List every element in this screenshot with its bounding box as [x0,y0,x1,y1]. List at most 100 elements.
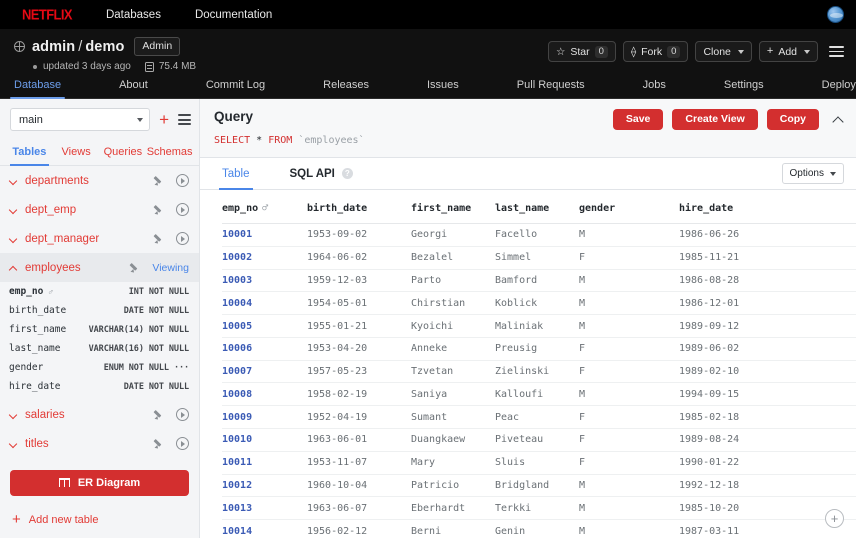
table-row[interactable]: 10009 1952-04-19 Sumant Peac F 1985-02-1… [222,406,856,429]
tab-jobs[interactable]: Jobs [643,79,666,98]
options-button[interactable]: Options [782,163,844,184]
cell-emp-no[interactable]: 10001 [222,224,307,247]
table-row[interactable]: 10014 1956-02-12 Berni Genin M 1987-03-1… [222,520,856,538]
help-circle-icon[interactable]: ? [342,168,353,179]
cell-emp-no[interactable]: 10002 [222,246,307,269]
cell-emp-no[interactable]: 10008 [222,383,307,406]
column-header-first-name[interactable]: first_name [411,190,495,224]
list-menu-icon[interactable] [178,112,191,127]
chevron-down-icon[interactable] [9,439,18,448]
cell-emp-no[interactable]: 10006 [222,337,307,360]
chevron-down-icon[interactable] [9,234,18,243]
plus-circle-icon[interactable]: + [825,509,844,528]
list-item-employees[interactable]: employees Viewing [0,253,199,282]
sql-editor[interactable]: SELECT * FROM `employees` [214,135,842,146]
chevron-down-icon[interactable] [9,176,18,185]
list-item[interactable]: departments [0,166,199,195]
tab-table[interactable]: Table [222,158,250,189]
edit-icon[interactable] [154,233,165,244]
clone-button[interactable]: Clone [695,41,751,62]
cell-emp-no[interactable]: 10007 [222,360,307,383]
column-header-emp-no[interactable]: emp_no♂ [222,190,307,224]
column-name: gender [9,362,43,373]
run-icon[interactable] [176,174,189,187]
sidebar-tab-schemas[interactable]: Schemas [146,140,193,165]
cell-emp-no[interactable]: 10003 [222,269,307,292]
table-row[interactable]: 10003 1959-12-03 Parto Bamford M 1986-08… [222,269,856,292]
global-nav-databases[interactable]: Databases [106,9,161,21]
list-item[interactable]: titles [0,429,199,458]
cell-emp-no[interactable]: 10013 [222,497,307,520]
edit-icon[interactable] [154,204,165,215]
chevron-up-icon[interactable] [9,263,18,272]
tab-settings[interactable]: Settings [724,79,764,98]
column-header-last-name[interactable]: last_name [495,190,579,224]
tab-pull-requests[interactable]: Pull Requests [517,79,585,98]
table-row[interactable]: 10008 1958-02-19 Saniya Kalloufi M 1994-… [222,383,856,406]
table-row[interactable]: 10006 1953-04-20 Anneke Preusig F 1989-0… [222,337,856,360]
run-icon[interactable] [176,408,189,421]
er-diagram-button[interactable]: ER Diagram [10,470,189,496]
hamburger-menu-icon[interactable] [829,44,844,59]
cell-emp-no[interactable]: 10005 [222,315,307,338]
cell-emp-no[interactable]: 10004 [222,292,307,315]
results-grid-wrapper[interactable]: emp_no♂ birth_date first_name last_name … [200,190,856,538]
add-icon[interactable]: + [159,111,169,128]
table-row[interactable]: 10011 1953-11-07 Mary Sluis F 1990-01-22 [222,451,856,474]
tab-releases[interactable]: Releases [323,79,369,98]
column-header-gender[interactable]: gender [579,190,679,224]
chevron-down-icon[interactable] [9,410,18,419]
add-new-table-button[interactable]: + Add new table [0,496,199,527]
sidebar-tab-views[interactable]: Views [53,140,100,165]
copy-button[interactable]: Copy [767,109,819,130]
table-row[interactable]: 10013 1963-06-07 Eberhardt Terkki M 1985… [222,497,856,520]
table-row[interactable]: 10002 1964-06-02 Bezalel Simmel F 1985-1… [222,246,856,269]
table-row[interactable]: 10010 1963-06-01 Duangkaew Piveteau F 19… [222,429,856,452]
tab-about[interactable]: About [119,79,148,98]
list-item[interactable]: dept_manager [0,224,199,253]
netflix-logo[interactable]: NETFLIX [22,6,72,23]
star-button[interactable]: ☆ Star 0 [548,41,616,62]
add-button[interactable]: + Add [759,41,818,62]
tab-database[interactable]: Database [14,79,61,98]
cell-emp-no[interactable]: 10011 [222,451,307,474]
list-item[interactable]: salaries [0,400,199,429]
edit-icon[interactable] [154,409,165,420]
cell-emp-no[interactable]: 10012 [222,474,307,497]
table-row[interactable]: 10001 1953-09-02 Georgi Facello M 1986-0… [222,224,856,247]
table-row[interactable]: 10004 1954-05-01 Chirstian Koblick M 198… [222,292,856,315]
list-item[interactable]: dept_emp [0,195,199,224]
edit-icon[interactable] [154,438,165,449]
create-view-button[interactable]: Create View [672,109,757,130]
tab-deploy[interactable]: Deploy [822,79,856,98]
column-header-birth-date[interactable]: birth_date [307,190,411,224]
column-header-hire-date[interactable]: hire_date [679,190,856,224]
sidebar-tab-queries[interactable]: Queries [100,140,147,165]
global-nav-documentation[interactable]: Documentation [195,9,272,21]
run-icon[interactable] [176,437,189,450]
table-row[interactable]: 10005 1955-01-21 Kyoichi Maliniak M 1989… [222,315,856,338]
run-icon[interactable] [176,203,189,216]
avatar[interactable] [827,6,844,23]
table-row[interactable]: 10007 1957-05-23 Tzvetan Zielinski F 198… [222,360,856,383]
tab-commit-log[interactable]: Commit Log [206,79,265,98]
cell-emp-no[interactable]: 10009 [222,406,307,429]
cell-emp-no[interactable]: 10010 [222,429,307,452]
tab-sql-api[interactable]: SQL API ? [290,158,353,189]
chevron-down-icon[interactable] [9,205,18,214]
fork-button[interactable]: ⟠ Fork 0 [623,41,689,62]
sidebar-tab-tables[interactable]: Tables [6,140,53,165]
cell-emp-no[interactable]: 10014 [222,520,307,538]
repo-name[interactable]: demo [85,39,124,55]
column-name: emp_no [9,286,43,297]
edit-icon[interactable] [130,262,141,273]
chevron-up-icon[interactable] [832,114,844,126]
tab-issues[interactable]: Issues [427,79,459,98]
edit-icon[interactable] [154,175,165,186]
run-icon[interactable] [176,232,189,245]
repo-owner[interactable]: admin [32,39,75,55]
save-button[interactable]: Save [613,109,664,130]
app-root: NETFLIX Databases Documentation admin/de… [0,0,856,538]
branch-selector[interactable]: main [10,108,150,131]
table-row[interactable]: 10012 1960-10-04 Patricio Bridgland M 19… [222,474,856,497]
